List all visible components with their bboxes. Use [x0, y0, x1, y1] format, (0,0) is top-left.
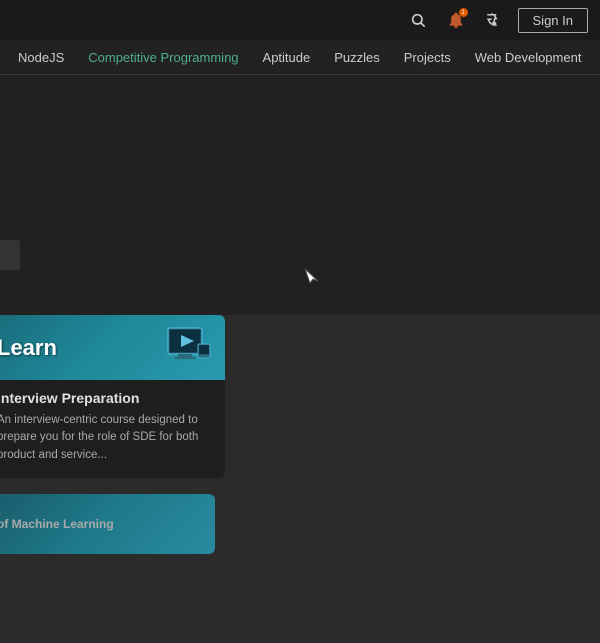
cards-area: Learn Interview Prepar — [0, 315, 225, 554]
search-icon[interactable] — [404, 6, 432, 34]
topbar: 1 Sign In — [0, 0, 600, 40]
left-partial-nav[interactable] — [0, 240, 20, 270]
main-content: Learn Interview Prepar — [0, 75, 600, 643]
course-card-machine-learning[interactable]: of Machine Learning — [0, 494, 215, 554]
card-body-interview-prep: Interview Preparation An interview-centr… — [0, 380, 225, 478]
card-title-interview-prep: Interview Preparation — [0, 390, 213, 406]
signin-button[interactable]: Sign In — [518, 8, 588, 33]
dark-overlay — [0, 75, 600, 315]
card-banner-icon — [163, 323, 213, 373]
notification-badge: 1 — [459, 8, 468, 17]
notification-icon[interactable]: 1 — [442, 6, 470, 34]
card-banner-machine-learning: of Machine Learning — [0, 494, 215, 554]
nav-item-projects[interactable]: Projects — [394, 44, 461, 71]
card-banner-interview-prep: Learn — [0, 315, 225, 380]
nav-item-competitive-programming[interactable]: Competitive Programming — [78, 44, 248, 71]
nav-item-aptitude[interactable]: Aptitude — [253, 44, 321, 71]
translate-icon[interactable] — [480, 6, 508, 34]
card-banner-label: Learn — [0, 335, 57, 361]
nav-item-web-development[interactable]: Web Development — [465, 44, 592, 71]
nav-item-puzzles[interactable]: Puzzles — [324, 44, 390, 71]
topbar-icons: 1 Sign In — [404, 6, 588, 34]
card-desc-interview-prep: An interview-centric course designed to … — [0, 412, 213, 464]
navbar: NodeJS Competitive Programming Aptitude … — [0, 40, 600, 75]
nav-item-nodejs[interactable]: NodeJS — [8, 44, 74, 71]
course-card-interview-prep[interactable]: Learn Interview Prepar — [0, 315, 225, 478]
